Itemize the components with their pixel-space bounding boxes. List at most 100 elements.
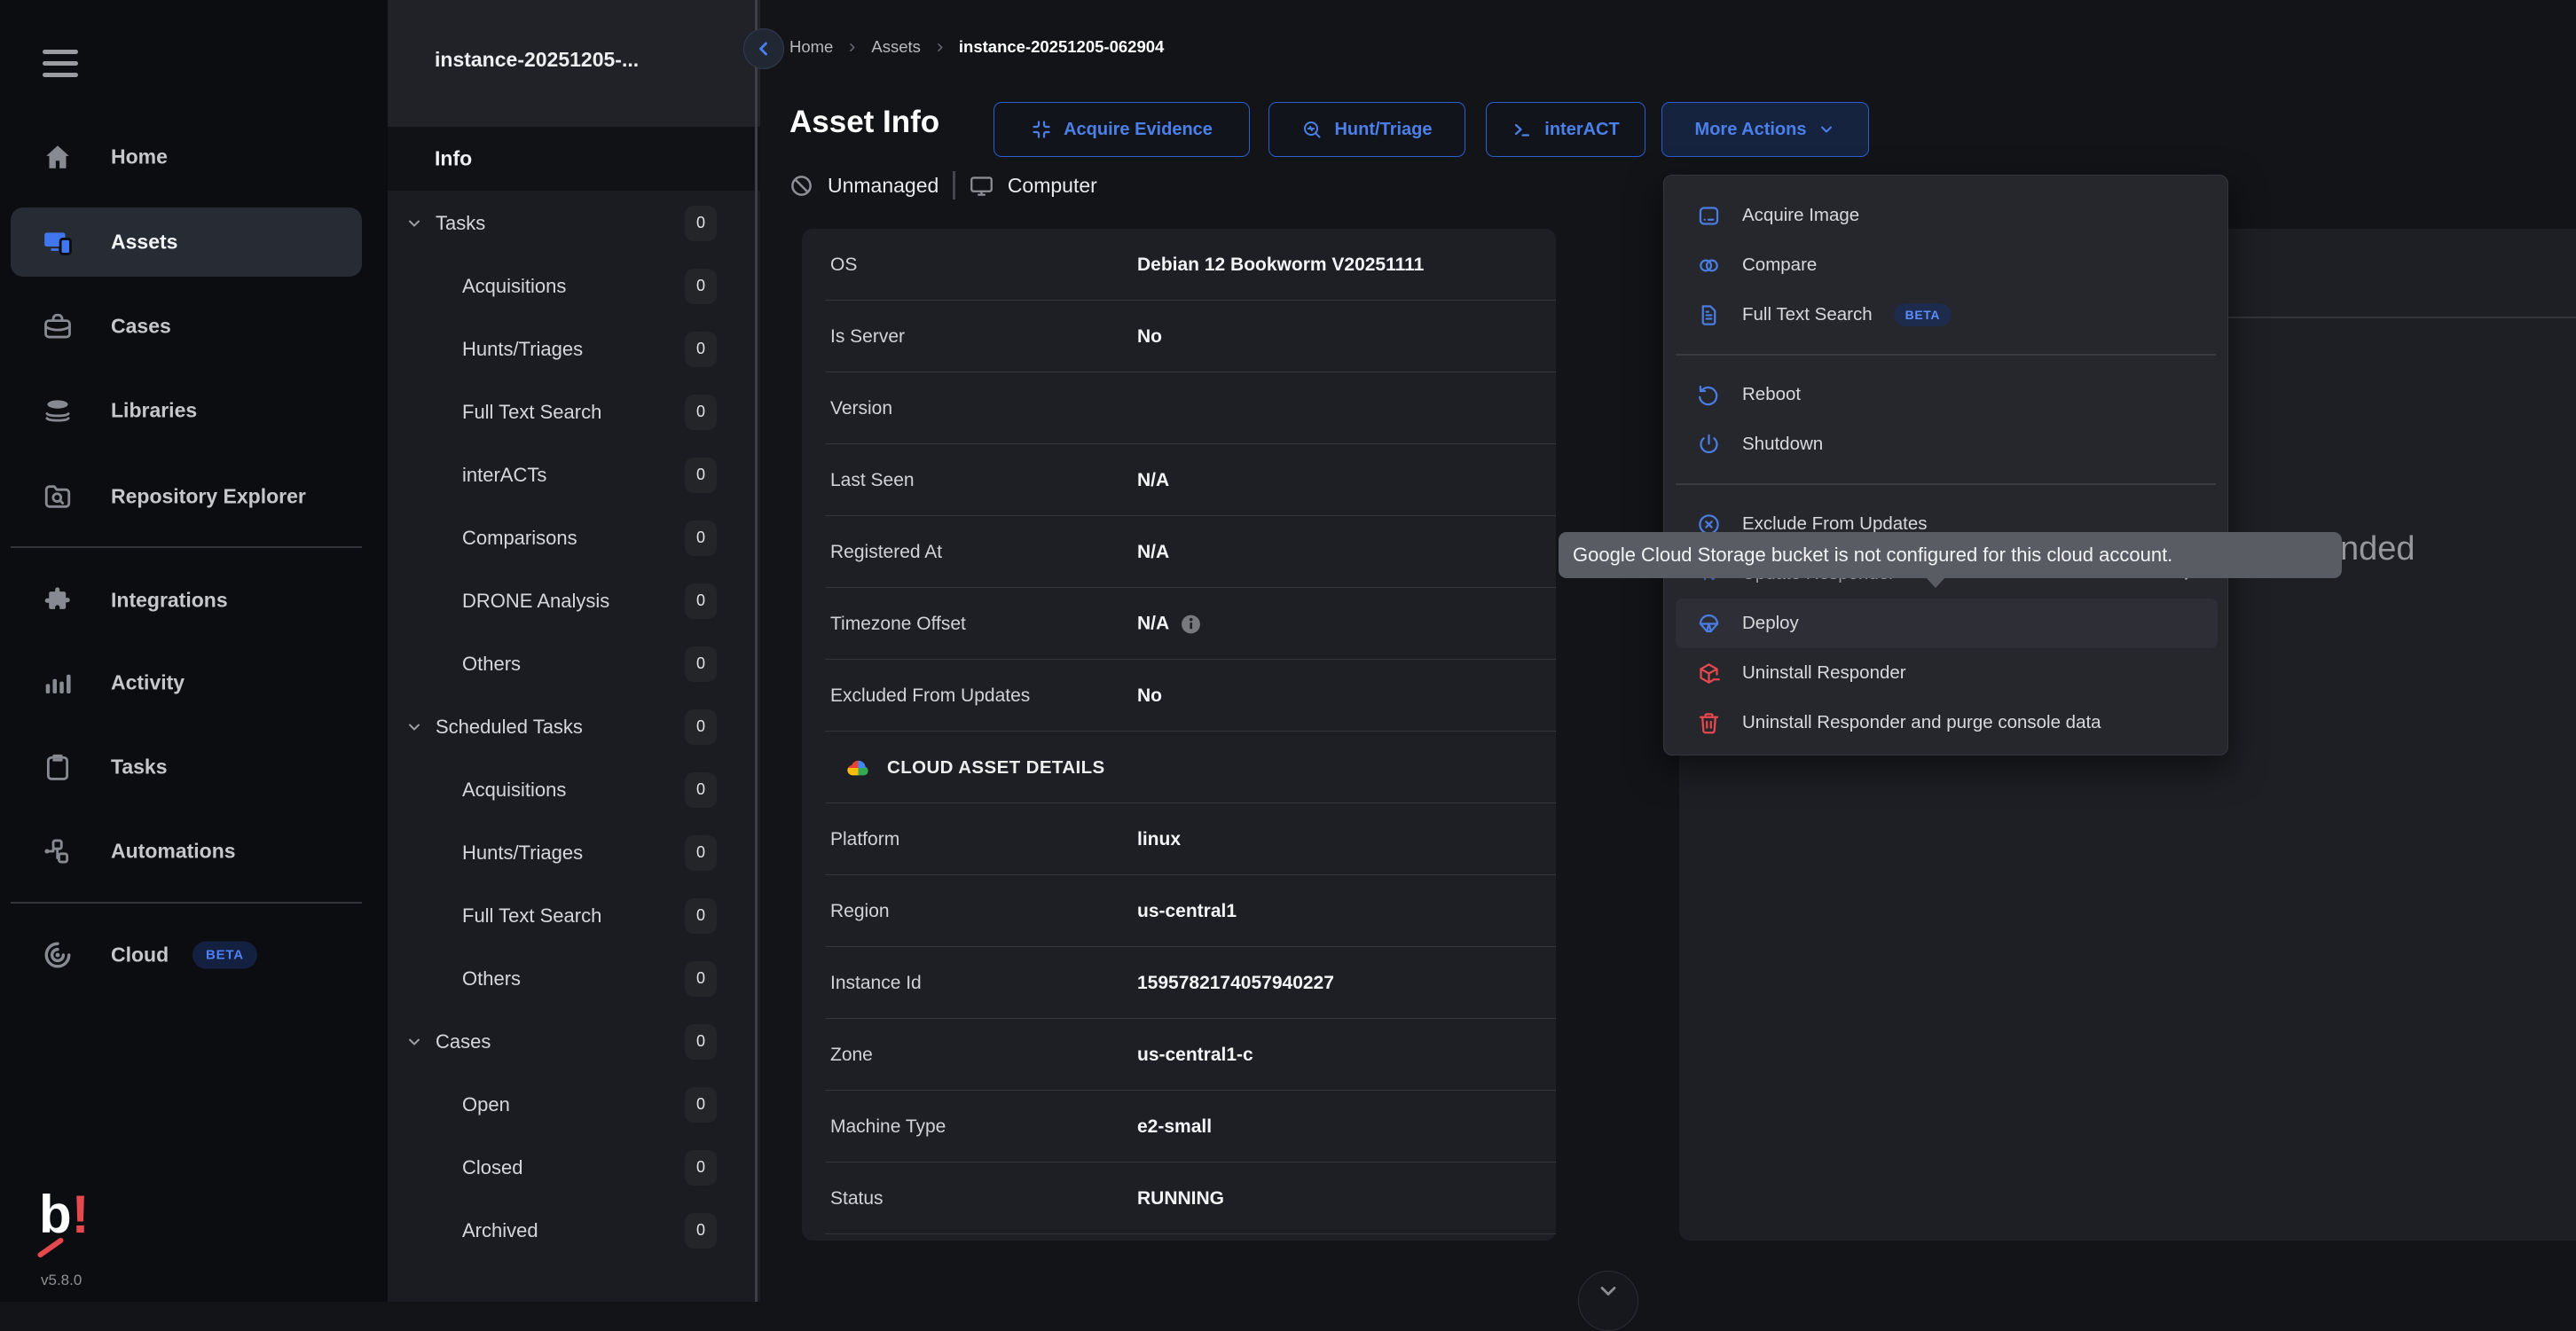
sidebar-item-home[interactable]: Home (0, 128, 388, 186)
row-label: Is Server (830, 326, 905, 348)
menu-item-label: Full Text Search (1742, 304, 1873, 325)
count-badge: 0 (685, 961, 717, 997)
row-value: N/A (1137, 542, 1169, 563)
tree-item-archived[interactable]: Archived 0 (388, 1199, 760, 1262)
row-value: linux (1137, 829, 1181, 850)
chevron-down-icon (405, 1033, 423, 1051)
sidebar-divider (11, 546, 362, 548)
sidebar-item-label: Home (111, 145, 168, 169)
scroll-down-button[interactable] (1578, 1271, 1638, 1331)
menu-item-full-text-search[interactable]: Full Text Search BETA (1664, 290, 2229, 340)
tree-item-acquisitions[interactable]: Acquisitions 0 (388, 758, 760, 821)
sidebar-item-assets[interactable]: Assets (0, 213, 388, 271)
tree-item-label: Cases (436, 1030, 491, 1053)
breadcrumb-assets[interactable]: Assets (871, 37, 921, 57)
button-label: More Actions (1695, 120, 1807, 140)
tree-item-closed[interactable]: Closed 0 (388, 1136, 760, 1199)
menu-item-label: Uninstall Responder and purge console da… (1742, 712, 2101, 733)
sidebar-item-libraries[interactable]: Libraries (0, 381, 388, 440)
interact-button[interactable]: interACT (1486, 102, 1645, 157)
menu-item-acquire-image[interactable]: Acquire Image (1664, 191, 2229, 240)
menu-item-shutdown[interactable]: Shutdown (1664, 419, 2229, 469)
tree-item-full-text-search[interactable]: Full Text Search 0 (388, 884, 760, 947)
sidebar-item-tasks[interactable]: Tasks (0, 738, 388, 796)
breadcrumb-home[interactable]: Home (789, 37, 833, 57)
sidebar-item-activity[interactable]: Activity (0, 654, 388, 712)
count-badge: 0 (685, 332, 717, 367)
tree-item-others[interactable]: Others 0 (388, 632, 760, 695)
sidebar-item-repository-explorer[interactable]: Repository Explorer (0, 467, 388, 526)
tree-item-label: Info (435, 147, 472, 171)
tree-item-cases[interactable]: Cases 0 (388, 1010, 760, 1073)
tree-item-info[interactable]: Info (388, 127, 760, 191)
menu-item-uninstall-purge[interactable]: Uninstall Responder and purge console da… (1664, 698, 2229, 748)
menu-item-uninstall-responder[interactable]: Uninstall Responder (1664, 648, 2229, 698)
table-row: Excluded From Updates No (802, 660, 1556, 732)
search-pulse-icon (1301, 119, 1323, 140)
tree-item-acquisitions[interactable]: Acquisitions 0 (388, 254, 760, 317)
sidebar-item-label: Automations (111, 840, 236, 864)
count-badge: 0 (685, 583, 717, 619)
row-value: e2-small (1137, 1116, 1212, 1138)
table-row: OS Debian 12 Bookworm V20251111 (802, 229, 1556, 301)
tree-item-label: Archived (462, 1219, 538, 1242)
menu-item-deploy[interactable]: Deploy (1664, 599, 2229, 648)
count-badge: 0 (685, 1150, 717, 1186)
tree-item-others[interactable]: Others 0 (388, 947, 760, 1010)
workflow-icon (43, 836, 73, 866)
sidebar-item-label: Activity (111, 671, 185, 695)
sidebar-item-automations[interactable]: Automations (0, 822, 388, 881)
asset-type: Computer (1008, 174, 1097, 198)
hunt-triage-button[interactable]: Hunt/Triage (1268, 102, 1465, 157)
acquire-evidence-button[interactable]: Acquire Evidence (993, 102, 1250, 157)
binalyze-logo: b! (39, 1188, 90, 1241)
sidebar-item-label: Integrations (111, 589, 228, 613)
tree-item-open[interactable]: Open 0 (388, 1073, 760, 1136)
hamburger-menu-icon[interactable] (43, 48, 80, 80)
beta-badge: BETA (192, 942, 257, 969)
tree-item-interacts[interactable]: interACTs 0 (388, 443, 760, 506)
chevron-right-icon (933, 41, 946, 54)
tree-item-scheduled-tasks[interactable]: Scheduled Tasks 0 (388, 695, 760, 758)
power-icon (1697, 433, 1721, 457)
tree-panel-header: instance-20251205-... (388, 0, 760, 127)
tree-item-drone-analysis[interactable]: DRONE Analysis 0 (388, 569, 760, 632)
more-actions-button[interactable]: More Actions (1661, 102, 1869, 157)
count-badge: 0 (685, 1024, 717, 1060)
count-badge: 0 (685, 1087, 717, 1123)
tree-item-full-text-search[interactable]: Full Text Search 0 (388, 380, 760, 443)
menu-item-label: Reboot (1742, 384, 1801, 405)
menu-item-label: Acquire Image (1742, 205, 1859, 226)
table-row: Registered At N/A (802, 516, 1556, 588)
table-row: Machine Type e2-small (802, 1091, 1556, 1163)
row-value: 1595782174057940227 (1137, 973, 1334, 994)
tree-item-label: Hunts/Triages (462, 338, 583, 361)
tree-item-hunts-triages[interactable]: Hunts/Triages 0 (388, 317, 760, 380)
table-row: Timezone Offset N/A (802, 588, 1556, 660)
collapse-panel-button[interactable] (743, 28, 784, 69)
button-label: interACT (1544, 120, 1619, 140)
sidebar-item-label: Tasks (111, 756, 168, 779)
table-row: Version (802, 372, 1556, 444)
tree-item-label: interACTs (462, 464, 546, 487)
tree-panel-scrollbar[interactable] (755, 0, 758, 1302)
button-label: Hunt/Triage (1334, 120, 1432, 140)
menu-item-reboot[interactable]: Reboot (1664, 370, 2229, 419)
row-value: Debian 12 Bookworm V20251111 (1137, 254, 1424, 276)
table-row: Last Seen N/A (802, 444, 1556, 516)
row-value-text: N/A (1137, 614, 1169, 635)
menu-item-compare[interactable]: Compare (1664, 240, 2229, 290)
tree-item-tasks[interactable]: Tasks 0 (388, 192, 760, 254)
tree-item-comparisons[interactable]: Comparisons 0 (388, 506, 760, 569)
sidebar-item-cases[interactable]: Cases (0, 297, 388, 356)
table-row: Instance Id 1595782174057940227 (802, 947, 1556, 1019)
tree-item-label: Comparisons (462, 527, 577, 550)
acquire-icon (1031, 119, 1052, 140)
sidebar-item-integrations[interactable]: Integrations (0, 571, 388, 630)
info-icon[interactable] (1180, 613, 1202, 635)
tree-item-hunts-triages[interactable]: Hunts/Triages 0 (388, 821, 760, 884)
sidebar-item-cloud[interactable]: Cloud BETA (0, 926, 388, 984)
layers-icon (43, 395, 73, 426)
tree-item-label: Full Text Search (462, 904, 601, 928)
tooltip-arrow (1925, 576, 1946, 588)
